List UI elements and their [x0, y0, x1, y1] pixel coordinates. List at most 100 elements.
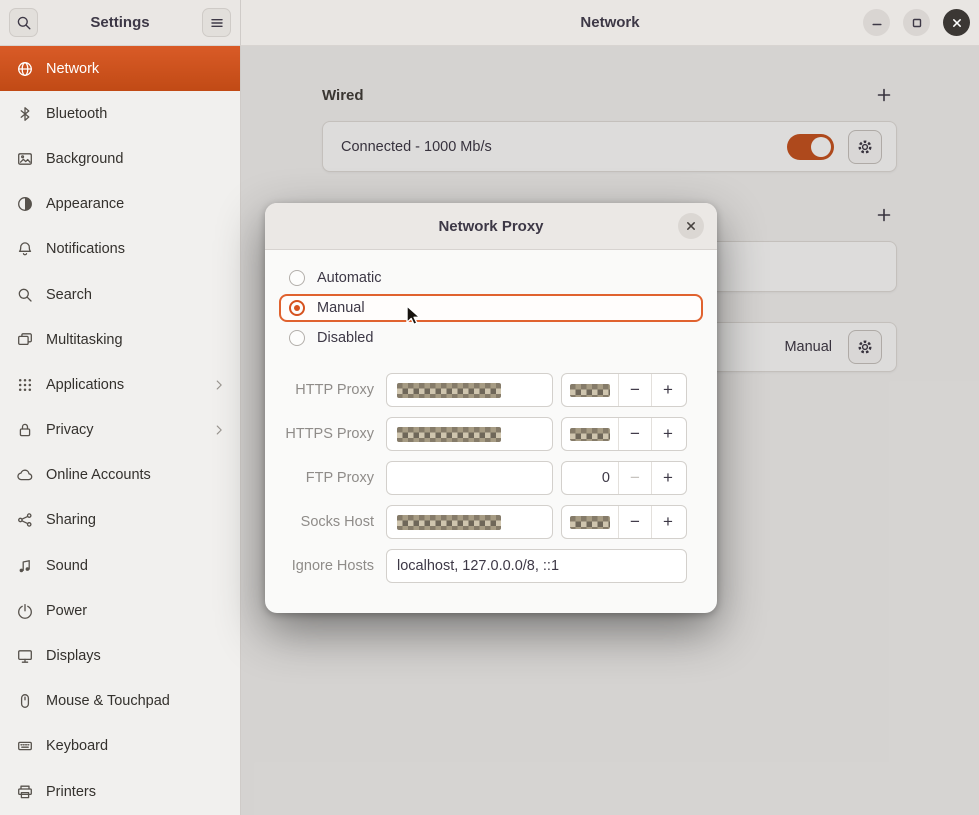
sidebar-item-label: Notifications — [46, 241, 125, 257]
minimize-button[interactable] — [863, 9, 890, 36]
https-proxy-increment-button[interactable]: + — [651, 418, 684, 450]
applications-icon — [17, 377, 33, 393]
sidebar-item-label: Applications — [46, 377, 124, 393]
mouse-icon — [17, 693, 33, 709]
wired-status-text: Connected - 1000 Mb/s — [341, 139, 492, 155]
ftp-proxy-label: FTP Proxy — [279, 470, 380, 486]
plus-icon — [876, 207, 892, 223]
notifications-icon — [17, 241, 33, 257]
sidebar-item-label: Sharing — [46, 512, 96, 528]
field-row-ftp-proxy: FTP Proxy 0−+ — [279, 461, 703, 495]
sidebar-item-mouse-touchpad[interactable]: Mouse & Touchpad — [0, 679, 240, 724]
http-proxy-decrement-button[interactable]: − — [618, 374, 651, 406]
maximize-button[interactable] — [903, 9, 930, 36]
redacted-port — [570, 384, 610, 397]
sidebar-item-label: Power — [46, 603, 87, 619]
https-proxy-port-stepper[interactable]: −+ — [561, 417, 687, 451]
gear-icon — [857, 139, 873, 155]
radio-manual[interactable] — [289, 300, 305, 316]
privacy-icon — [17, 422, 33, 438]
sidebar-item-applications[interactable]: Applications — [0, 362, 240, 407]
sidebar-item-printers[interactable]: Printers — [0, 769, 240, 814]
ignore-hosts-value: localhost, 127.0.0.0/8, ::1 — [397, 558, 559, 574]
proxy-option-disabled[interactable]: Disabled — [279, 324, 703, 352]
sidebar-item-label: Background — [46, 151, 123, 167]
power-icon — [17, 603, 33, 619]
sidebar-item-bluetooth[interactable]: Bluetooth — [0, 91, 240, 136]
socks-host-decrement-button[interactable]: − — [618, 506, 651, 538]
sidebar-item-sound[interactable]: Sound — [0, 543, 240, 588]
ignore-hosts-label: Ignore Hosts — [279, 558, 380, 574]
https-proxy-input[interactable] — [386, 417, 553, 451]
maximize-icon — [909, 15, 925, 31]
sidebar-item-search[interactable]: Search — [0, 272, 240, 317]
wired-connection-row[interactable]: Connected - 1000 Mb/s — [322, 121, 897, 172]
sidebar-item-privacy[interactable]: Privacy — [0, 408, 240, 453]
socks-host-increment-button[interactable]: + — [651, 506, 684, 538]
sidebar-item-label: Mouse & Touchpad — [46, 693, 170, 709]
redacted-value — [397, 427, 501, 442]
wired-heading: Wired — [322, 87, 364, 104]
sidebar-item-label: Search — [46, 287, 92, 303]
http-proxy-port-stepper[interactable]: −+ — [561, 373, 687, 407]
ftp-proxy-input[interactable] — [386, 461, 553, 495]
http-proxy-increment-button[interactable]: + — [651, 374, 684, 406]
sidebar-item-background[interactable]: Background — [0, 136, 240, 181]
online-accounts-icon — [17, 467, 33, 483]
sidebar-item-network[interactable]: Network — [0, 46, 240, 91]
option-label: Disabled — [317, 330, 373, 346]
redacted-port — [570, 516, 610, 529]
socks-host-port-stepper[interactable]: −+ — [561, 505, 687, 539]
proxy-option-manual[interactable]: Manual — [279, 294, 703, 322]
minimize-icon — [869, 15, 885, 31]
wired-toggle[interactable] — [787, 134, 834, 160]
sidebar-item-notifications[interactable]: Notifications — [0, 227, 240, 272]
close-icon — [683, 218, 699, 234]
add-wired-connection-button[interactable] — [871, 82, 897, 108]
ftp-proxy-port-stepper[interactable]: 0−+ — [561, 461, 687, 495]
sound-icon — [17, 558, 33, 574]
menu-button[interactable] — [202, 8, 231, 37]
settings-title: Settings — [38, 14, 202, 31]
dialog-close-button[interactable] — [678, 213, 704, 239]
close-button[interactable] — [943, 9, 970, 36]
sidebar-item-label: Sound — [46, 558, 88, 574]
http-proxy-input[interactable] — [386, 373, 553, 407]
sidebar-item-online-accounts[interactable]: Online Accounts — [0, 453, 240, 498]
search-button[interactable] — [9, 8, 38, 37]
sidebar-item-label: Online Accounts — [46, 467, 151, 483]
network-proxy-dialog: Network Proxy AutomaticManualDisabled HT… — [265, 203, 717, 613]
sidebar-item-label: Printers — [46, 784, 96, 800]
hamburger-icon — [209, 15, 225, 31]
ftp-proxy-port-value: 0 — [562, 462, 618, 494]
wired-options-button[interactable] — [848, 130, 882, 164]
settings-window: Settings Network — [0, 0, 979, 815]
ftp-proxy-increment-button[interactable]: + — [651, 462, 684, 494]
sidebar-item-power[interactable]: Power — [0, 588, 240, 633]
sidebar-item-sharing[interactable]: Sharing — [0, 498, 240, 543]
radio-disabled[interactable] — [289, 330, 305, 346]
proxy-fields: HTTP Proxy−+HTTPS Proxy−+FTP Proxy0−+Soc… — [279, 373, 703, 583]
bluetooth-icon — [17, 106, 33, 122]
sidebar-item-displays[interactable]: Displays — [0, 633, 240, 678]
proxy-status-text: Manual — [784, 339, 832, 355]
sidebar-item-keyboard[interactable]: Keyboard — [0, 724, 240, 769]
redacted-value — [397, 515, 501, 530]
https-proxy-decrement-button[interactable]: − — [618, 418, 651, 450]
sidebar-item-label: Displays — [46, 648, 101, 664]
socks-host-input[interactable] — [386, 505, 553, 539]
ftp-proxy-decrement-button[interactable]: − — [618, 462, 651, 494]
sidebar-item-appearance[interactable]: Appearance — [0, 182, 240, 227]
chevron-right-icon — [212, 378, 226, 392]
search-icon — [17, 287, 33, 303]
http-proxy-label: HTTP Proxy — [279, 382, 380, 398]
radio-automatic[interactable] — [289, 270, 305, 286]
sidebar-item-label: Keyboard — [46, 738, 108, 754]
ignore-hosts-input[interactable]: localhost, 127.0.0.0/8, ::1 — [386, 549, 687, 583]
add-vpn-button[interactable] — [871, 202, 897, 228]
sidebar-item-multitasking[interactable]: Multitasking — [0, 317, 240, 362]
proxy-options-button[interactable] — [848, 330, 882, 364]
page-title: Network — [580, 14, 639, 31]
field-row-socks-host: Socks Host−+ — [279, 505, 703, 539]
proxy-option-automatic[interactable]: Automatic — [279, 264, 703, 292]
